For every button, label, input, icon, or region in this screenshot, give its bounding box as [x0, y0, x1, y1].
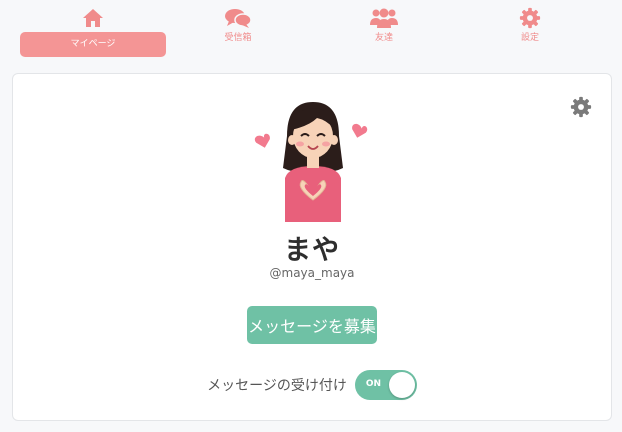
- tab-mypage[interactable]: マイページ: [20, 4, 166, 58]
- users-icon: [370, 8, 398, 28]
- receive-messages-row: メッセージの受け付け ON: [13, 370, 611, 400]
- tab-settings[interactable]: 設定: [480, 4, 580, 58]
- profile-card: まや @maya_maya メッセージを募集 メッセージの受け付け ON: [12, 73, 612, 421]
- tab-inbox-label: 受信箱: [224, 33, 252, 43]
- gear-icon[interactable]: [570, 96, 592, 118]
- profile-handle: @maya_maya: [269, 266, 355, 280]
- tab-friends[interactable]: 友達: [334, 4, 434, 58]
- tab-mypage-label: マイページ: [70, 39, 116, 49]
- recruit-messages-button[interactable]: メッセージを募集: [247, 306, 377, 344]
- gear-icon: [519, 7, 541, 29]
- home-icon: [83, 9, 103, 27]
- profile-name: まや: [284, 235, 340, 266]
- receive-messages-label: メッセージの受け付け: [207, 378, 347, 394]
- tab-inbox[interactable]: 受信箱: [188, 4, 288, 58]
- receive-messages-toggle[interactable]: ON: [354, 370, 417, 400]
- tab-friends-label: 友達: [374, 33, 393, 43]
- top-tab-bar: マイページ 受信箱 友達 設定: [0, 0, 622, 62]
- toggle-state-text: ON: [365, 379, 382, 389]
- toggle-knob: [388, 372, 415, 398]
- tab-settings-label: 設定: [520, 33, 539, 43]
- chat-bubbles-icon: [225, 9, 252, 28]
- avatar: [254, 102, 368, 222]
